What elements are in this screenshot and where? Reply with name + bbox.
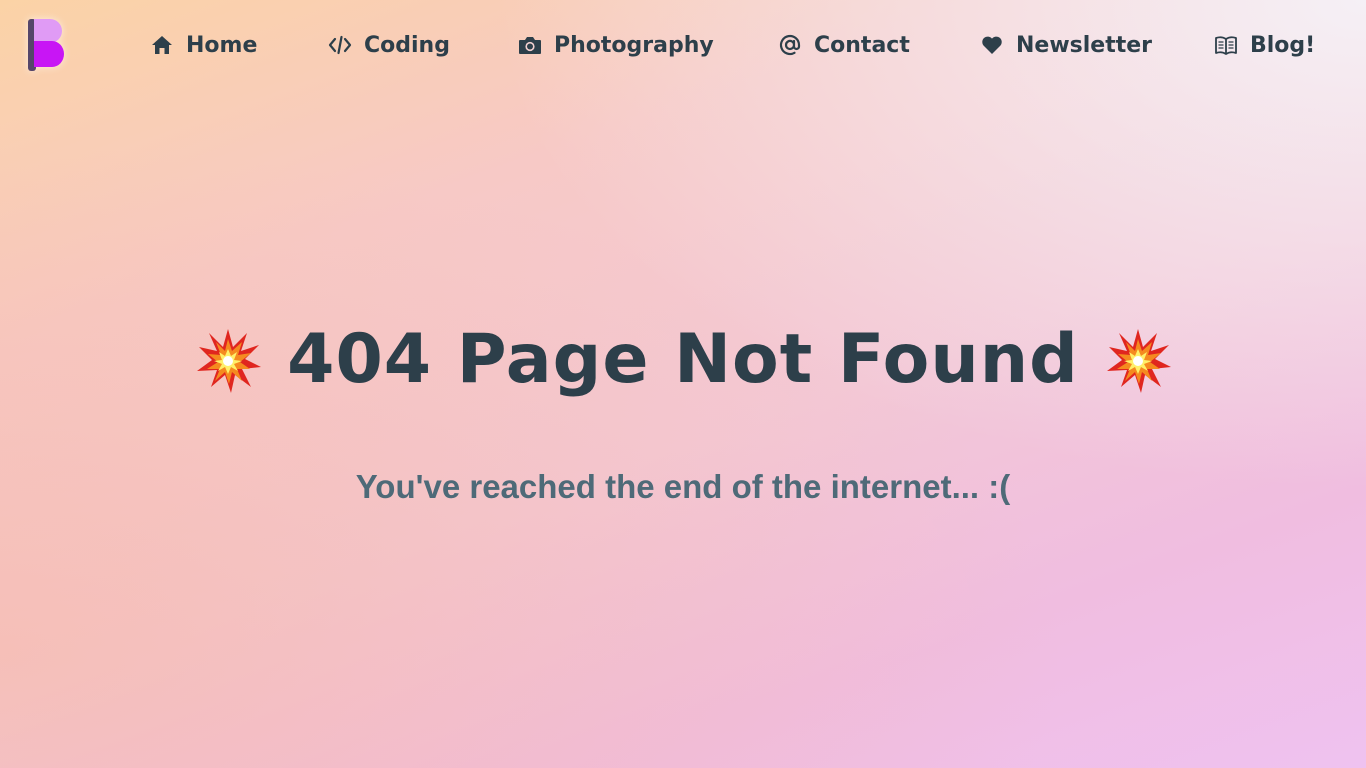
nav-item-photography[interactable]: Photography bbox=[518, 28, 714, 62]
nav-item-blog[interactable]: Blog! bbox=[1214, 28, 1315, 62]
nav-item-contact[interactable]: Contact bbox=[778, 28, 910, 62]
nav-label-photography: Photography bbox=[554, 32, 714, 58]
title-text: 404 Page Not Found bbox=[287, 320, 1079, 399]
main-nav: Home Coding Photography Contact Newslett… bbox=[150, 28, 1315, 62]
nav-label-home: Home bbox=[186, 32, 258, 58]
home-icon bbox=[150, 33, 174, 57]
at-icon bbox=[778, 33, 802, 57]
book-icon bbox=[1214, 33, 1238, 57]
page-title: 404 Page Not Found bbox=[0, 310, 1366, 410]
nav-label-contact: Contact bbox=[814, 32, 910, 58]
camera-icon bbox=[518, 33, 542, 57]
nav-item-home[interactable]: Home bbox=[150, 28, 257, 62]
site-logo[interactable] bbox=[28, 19, 64, 71]
error-subtitle: You've reached the end of the internet..… bbox=[355, 468, 1011, 505]
nav-label-newsletter: Newsletter bbox=[1016, 32, 1153, 58]
nav-label-coding: Coding bbox=[364, 32, 450, 58]
code-icon bbox=[328, 33, 352, 57]
heart-icon bbox=[980, 33, 1004, 57]
error-content: 404 Page Not Found You've reached the en… bbox=[0, 310, 1366, 506]
collision-icon bbox=[1105, 327, 1171, 393]
nav-label-blog: Blog! bbox=[1250, 32, 1316, 58]
collision-icon bbox=[195, 327, 262, 393]
nav-item-coding[interactable]: Coding bbox=[328, 28, 450, 62]
nav-item-newsletter[interactable]: Newsletter bbox=[980, 28, 1152, 62]
